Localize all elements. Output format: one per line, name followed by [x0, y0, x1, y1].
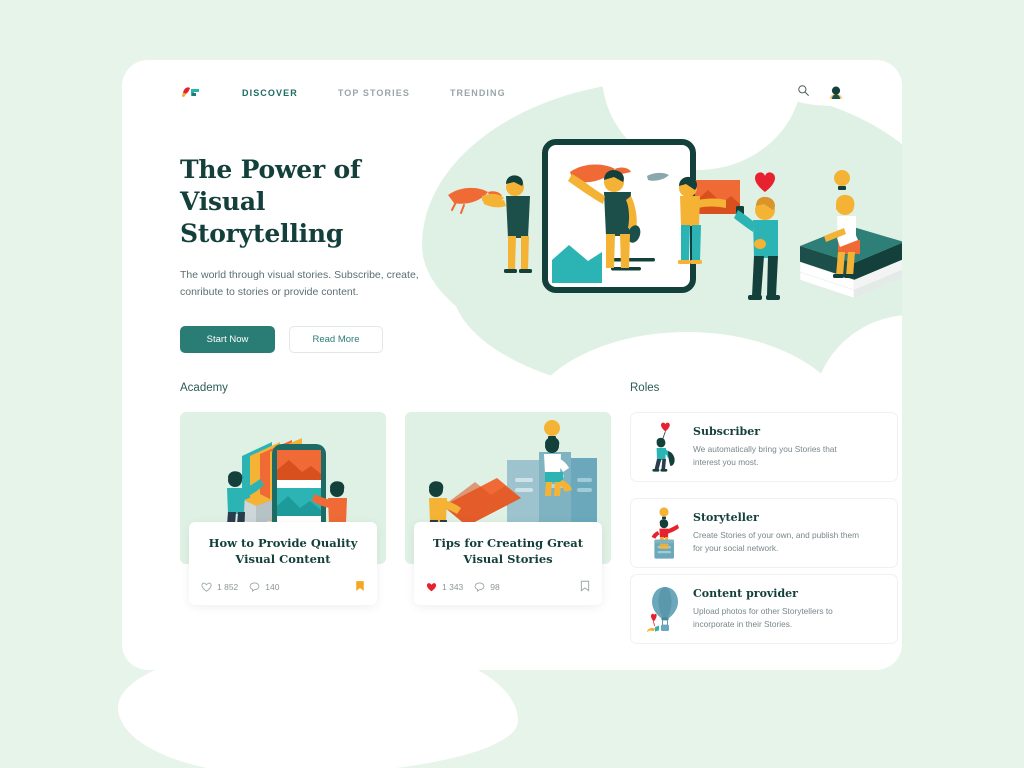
- lightbulb-icon: [834, 170, 850, 190]
- article-card-body: Tips for Creating Great Visual Stories 1…: [414, 522, 602, 606]
- nav-item-trending[interactable]: TRENDING: [450, 88, 506, 98]
- search-icon[interactable]: [797, 84, 810, 102]
- roles-section-label: Roles: [630, 382, 660, 394]
- role-description: We automatically bring you Stories that …: [693, 444, 837, 467]
- like-count: 1 852: [217, 582, 239, 593]
- role-title: Content provider: [693, 587, 798, 601]
- avatar[interactable]: [828, 85, 844, 101]
- hero-illustration: [442, 130, 902, 370]
- article-title-line-1: Tips for Creating Great: [432, 536, 584, 550]
- role-card-subscriber[interactable]: Subscriber We automatically bring you St…: [630, 412, 898, 482]
- article-title: How to Provide Quality Visual Content: [201, 536, 365, 567]
- page-root: DISCOVER TOP STORIES TRENDING The Power …: [0, 0, 1024, 768]
- person-on-pedestal-idea-icon: [643, 505, 685, 561]
- comment-icon: [249, 582, 260, 592]
- decorative-blob-bottom-small: [200, 660, 380, 768]
- role-card-content-provider[interactable]: Content provider Upload photos for other…: [630, 574, 898, 644]
- read-more-button[interactable]: Read More: [289, 326, 383, 353]
- article-title-line-2: Visual Content: [235, 551, 331, 566]
- comment-count: 98: [490, 582, 500, 593]
- role-card-text: Subscriber We automatically bring you St…: [693, 425, 865, 468]
- hero-subtitle: The world through visual stories. Subscr…: [180, 269, 419, 298]
- article-card-body: How to Provide Quality Visual Content 1 …: [189, 522, 377, 606]
- books-stack-with-person: [799, 194, 902, 299]
- like-count: 1 343: [442, 582, 464, 593]
- hot-air-balloon-icon: [643, 581, 685, 637]
- tablet-device: [542, 139, 696, 293]
- comment-icon: [474, 582, 485, 592]
- hero-button-group: Start Now Read More: [180, 326, 440, 353]
- article-title-line-1: How to Provide Quality: [208, 536, 358, 550]
- start-now-button[interactable]: Start Now: [180, 326, 275, 353]
- article-title: Tips for Creating Great Visual Stories: [426, 536, 590, 567]
- heart-outline-icon: [201, 582, 212, 592]
- role-card-storyteller[interactable]: Storyteller Create Stories of your own, …: [630, 498, 898, 568]
- article-stats: 1 852 140: [201, 580, 365, 594]
- role-title: Subscriber: [693, 425, 760, 439]
- main-navigation: DISCOVER TOP STORIES TRENDING: [242, 88, 506, 98]
- article-stats: 1 343 98: [426, 580, 590, 594]
- page-title: The Power of Visual Storytelling: [180, 154, 440, 250]
- person-taking-selfie: [734, 196, 780, 300]
- heart-filled-icon: [426, 583, 437, 592]
- bookmark-icon[interactable]: [580, 580, 590, 594]
- main-panel: DISCOVER TOP STORIES TRENDING The Power …: [122, 60, 902, 670]
- like-stat[interactable]: 1 852: [201, 582, 238, 592]
- site-header: DISCOVER TOP STORIES TRENDING: [122, 60, 902, 126]
- like-stat[interactable]: 1 343: [426, 582, 463, 592]
- article-card[interactable]: Tips for Creating Great Visual Stories 1…: [405, 412, 611, 606]
- role-card-text: Content provider Upload photos for other…: [693, 587, 865, 630]
- header-actions: [797, 84, 844, 102]
- role-description: Create Stories of your own, and publish …: [693, 530, 860, 553]
- comment-count: 140: [265, 582, 280, 593]
- heart-icon: [755, 172, 775, 192]
- hero-title-line-1: The Power of Visual: [180, 155, 361, 216]
- bookmark-icon[interactable]: [355, 580, 365, 594]
- hero-title-line-2: Storytelling: [180, 219, 344, 248]
- role-description: Upload photos for other Storytellers to …: [693, 606, 833, 629]
- person-with-heart-balloon-icon: [643, 419, 685, 475]
- article-card[interactable]: How to Provide Quality Visual Content 1 …: [180, 412, 386, 606]
- academy-section-label: Academy: [180, 382, 228, 394]
- role-card-text: Storyteller Create Stories of your own, …: [693, 511, 865, 554]
- visual-storytelling-logo[interactable]: [180, 83, 204, 103]
- person-holding-orange-photo: [678, 176, 740, 264]
- person-left-holding-bird: [482, 175, 532, 273]
- article-title-line-2: Visual Stories: [463, 551, 553, 566]
- role-title: Storyteller: [693, 511, 759, 525]
- comment-stat[interactable]: 98: [474, 582, 500, 593]
- nav-item-discover[interactable]: DISCOVER: [242, 88, 298, 98]
- comment-stat[interactable]: 140: [249, 582, 279, 592]
- hero-section: The Power of Visual Storytelling The wor…: [180, 154, 440, 353]
- nav-item-top-stories[interactable]: TOP STORIES: [338, 88, 410, 98]
